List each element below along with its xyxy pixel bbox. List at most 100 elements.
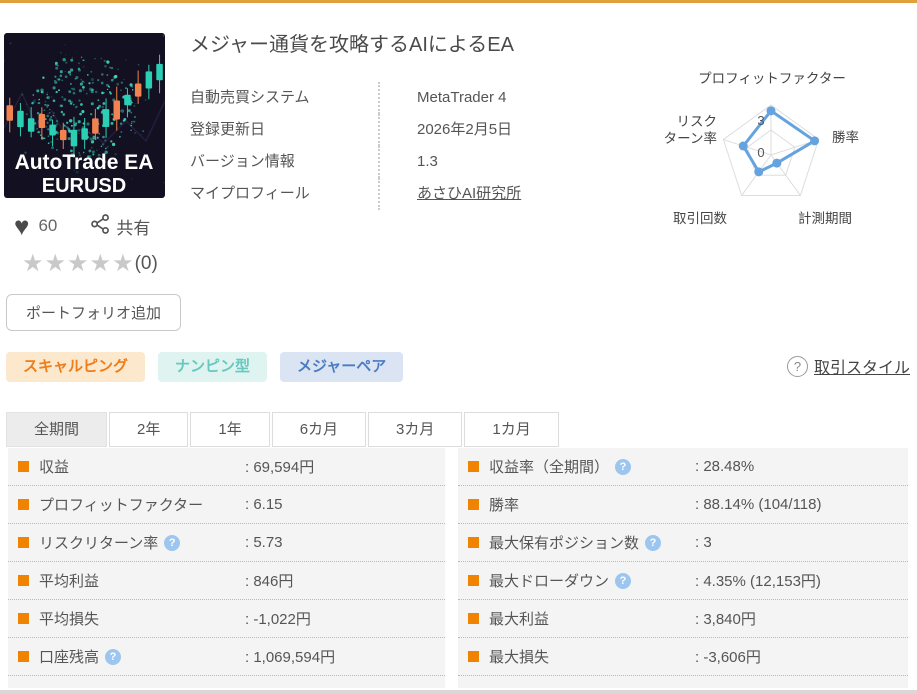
help-icon[interactable]: ?: [164, 534, 181, 551]
tag-list: スキャルピング ナンピン型 メジャーペア: [6, 352, 416, 382]
bullet-icon: [468, 537, 479, 548]
stat-label: 収益: [39, 459, 70, 476]
detail-value[interactable]: あさひAI研究所: [378, 178, 620, 210]
bullet-icon: [18, 537, 29, 548]
add-portfolio-button[interactable]: ポートフォリオ追加: [6, 294, 182, 331]
tab-1年[interactable]: 1年: [190, 412, 270, 447]
radar-data-point: [810, 136, 820, 146]
heart-icon: ♥: [14, 211, 30, 241]
stat-value: : -1,022円: [245, 611, 311, 628]
tab-1カ月[interactable]: 1カ月: [464, 412, 559, 447]
share-label: 共有: [116, 218, 151, 238]
bullet-icon: [468, 575, 479, 586]
stat-row: 口座残高? : 1,069,594円: [8, 638, 445, 676]
stat-label: 口座残高: [39, 649, 100, 666]
product-details-table: 自動売買システム MetaTrader 4 登録更新日 2026年2月5日 バージョン情…: [190, 82, 620, 210]
bullet-icon: [468, 651, 479, 662]
next-section-bar: [0, 690, 917, 694]
bullet-icon: [468, 499, 479, 510]
product-image-title: AutoTrade EA: [15, 151, 154, 174]
period-tabs: 全期間 2年 1年 6カ月 3カ月 1カ月: [6, 412, 561, 447]
radar-axis-label: プロフィットファクター: [698, 71, 846, 86]
radar-data-point: [766, 106, 776, 116]
product-image-canvas: AutoTrade EA EURUSD: [4, 33, 165, 198]
bullet-icon: [468, 461, 479, 472]
radar-chart: 3 0 プロフィットファクター勝率計測期間 取引回数 リスクターン率: [664, 71, 859, 226]
detail-value: 1.3: [378, 146, 620, 178]
tag-blue[interactable]: メジャーペア: [280, 352, 404, 382]
detail-label: 自動売買システム: [190, 89, 310, 106]
radar-tick-label: 0: [757, 145, 764, 160]
stat-row: 勝率 : 88.14% (104/118): [458, 486, 908, 524]
stat-row: 収益率（全期間）? : 28.48%: [458, 448, 908, 486]
radar-data-point: [772, 158, 782, 168]
help-icon[interactable]: ?: [615, 458, 632, 475]
radar-tick-label: 3: [757, 113, 764, 128]
tab-全期間[interactable]: 全期間: [6, 412, 108, 447]
stat-row: プロフィットファクター: 6.15: [8, 486, 445, 524]
stat-label: 最大ドローダウン: [489, 573, 610, 590]
help-icon[interactable]: ?: [645, 534, 662, 551]
radar-axis-label: 取引回数: [673, 211, 727, 226]
stats-grid: 収益: 69,594円 プロフィットファクター: 6.15 リスクリターン率?: 5…: [8, 448, 908, 688]
trade-style-label: 取引スタイル: [813, 360, 910, 377]
tag-orange[interactable]: スキャルピング: [6, 352, 146, 382]
stats-column-right: 収益率（全期間）? : 28.48% 勝率 : 88.14% (104/118) 最大保…: [458, 448, 908, 688]
radar-data-point: [738, 141, 748, 151]
stat-value: : 88.14% (104/118): [695, 496, 822, 513]
tab-3カ月[interactable]: 3カ月: [368, 412, 463, 447]
stat-row: 最大ドローダウン? : 4.35% (12,153円): [458, 562, 908, 600]
stat-value: : 1,069,594円: [245, 649, 336, 666]
detail-label: マイプロフィール: [190, 185, 310, 202]
bullet-icon: [18, 499, 29, 510]
stats-column-left: 収益: 69,594円 プロフィットファクター: 6.15 リスクリターン率?: 5…: [8, 448, 445, 688]
detail-label: 登録更新日: [190, 121, 266, 138]
rating-count: (0): [134, 253, 158, 274]
stat-label: プロフィットファクター: [39, 497, 204, 514]
stat-label: 最大損失: [489, 649, 550, 666]
stat-label: 平均利益: [39, 573, 100, 590]
like-button[interactable]: ♥ 60: [14, 213, 57, 239]
star-rating[interactable]: ★★★★★: [22, 250, 135, 278]
stat-label: 最大利益: [489, 611, 550, 628]
detail-label: バージョン情報: [190, 153, 295, 170]
stat-value: : -3,606円: [695, 649, 761, 666]
tab-2年[interactable]: 2年: [109, 412, 189, 447]
stat-value: : 3,840円: [695, 611, 756, 628]
stat-label: リスクリターン率: [39, 535, 159, 552]
help-icon[interactable]: ?: [615, 572, 632, 589]
question-icon: ?: [786, 355, 808, 377]
bullet-icon: [18, 575, 29, 586]
social-row: ♥ 60 共有: [14, 213, 150, 239]
bullet-icon: [468, 613, 479, 624]
ea-product-page: AutoTrade EA EURUSD メジャー通貨を攻略するAIによるEA 自…: [0, 0, 917, 694]
detail-value: 2026年2月5日: [378, 114, 620, 146]
bullet-icon: [18, 651, 29, 662]
stat-label: 平均損失: [39, 611, 100, 628]
stat-row: 平均損失 : -1,022円: [8, 600, 445, 638]
tag-teal[interactable]: ナンピン型: [158, 352, 268, 382]
stat-label: 収益率（全期間）: [489, 459, 610, 476]
stat-label: 勝率: [489, 497, 520, 514]
help-icon[interactable]: ?: [105, 648, 122, 665]
stat-row: 最大利益 : 3,840円: [458, 600, 908, 638]
page-title: メジャー通貨を攻略するAIによるEA: [190, 34, 514, 56]
stat-value: : 28.48%: [695, 458, 755, 475]
share-button[interactable]: 共有: [91, 213, 151, 239]
rating-row: ★★★★★ (0): [22, 250, 158, 278]
stat-row: 平均利益 : 846円: [8, 562, 445, 600]
product-image-symbol: EURUSD: [42, 175, 126, 197]
stat-row: 最大保有ポジション数?: 3: [458, 524, 908, 562]
trade-style-link[interactable]: ? 取引スタイル: [786, 354, 910, 378]
radar-axis-label: 勝率: [832, 129, 859, 145]
product-image: AutoTrade EA EURUSD: [4, 33, 165, 198]
stat-value: : 4.35% (12,153円): [695, 573, 821, 590]
stat-value: : 846円: [245, 573, 294, 590]
bullet-icon: [18, 613, 29, 624]
radar-axis-label: リスクターン率: [664, 114, 717, 146]
stat-value: : 69,594円: [245, 459, 315, 476]
radar-axis-label: 計測期間: [798, 211, 852, 226]
share-icon: [91, 213, 110, 239]
profile-link[interactable]: あさひAI研究所: [417, 185, 521, 202]
tab-6カ月[interactable]: 6カ月: [271, 412, 367, 447]
